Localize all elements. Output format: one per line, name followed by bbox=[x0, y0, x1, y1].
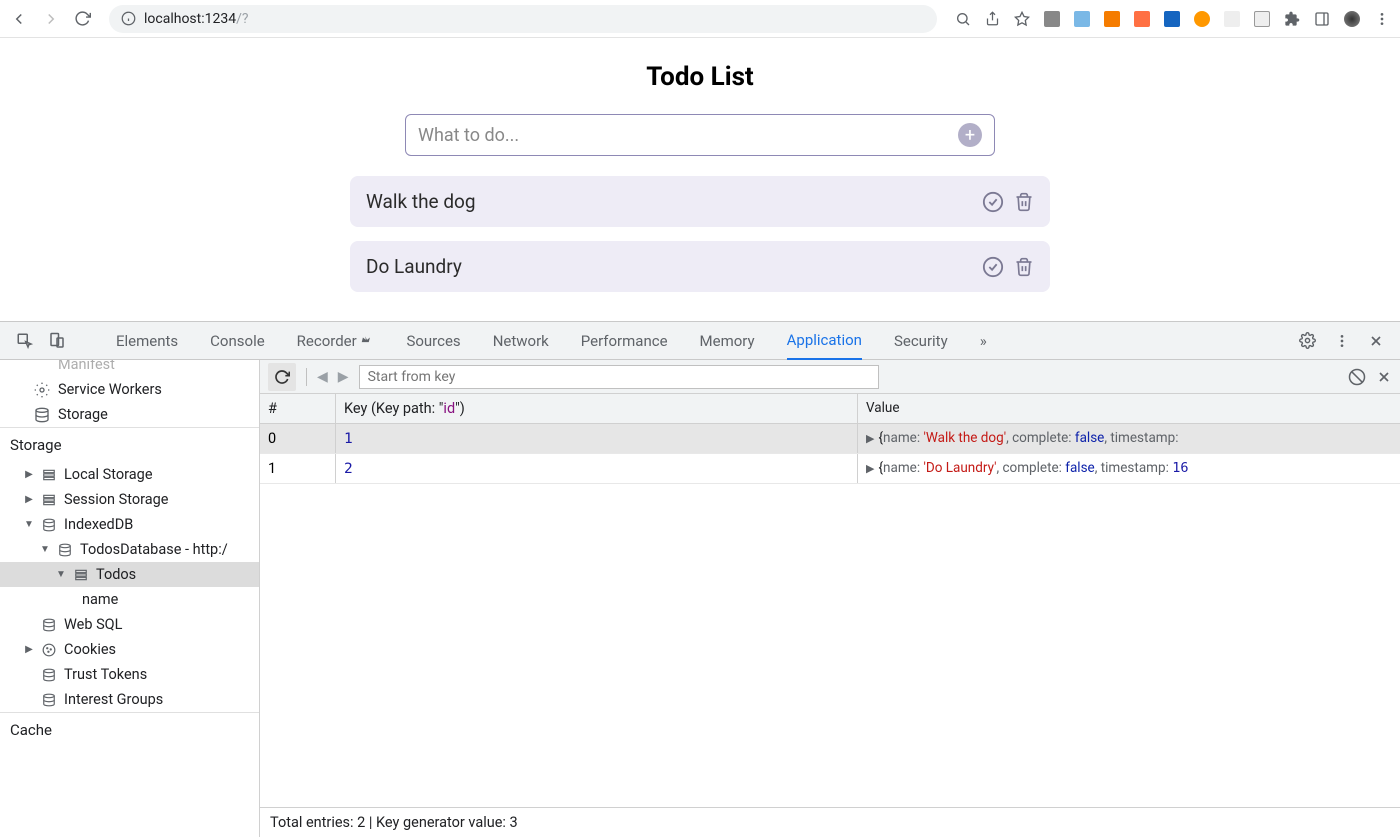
avatar-icon[interactable] bbox=[1344, 11, 1360, 27]
tab-overflow-icon[interactable]: » bbox=[980, 323, 987, 359]
ext-icon[interactable] bbox=[1254, 11, 1270, 27]
sidebar-item-local-storage[interactable]: ▶Local Storage bbox=[0, 462, 259, 487]
sidebar-item-todos-store[interactable]: ▼Todos bbox=[0, 562, 259, 587]
col-key[interactable]: Key (Key path: "id") bbox=[336, 394, 858, 423]
devtools-sidebar: Manifest Service Workers Storage Storage… bbox=[0, 360, 260, 837]
page-title: Todo List bbox=[350, 62, 1050, 92]
start-from-key-input[interactable] bbox=[359, 365, 879, 389]
more-icon[interactable] bbox=[1334, 333, 1350, 349]
sidebar-item-session-storage[interactable]: ▶Session Storage bbox=[0, 487, 259, 512]
ext-icon[interactable] bbox=[1044, 11, 1060, 27]
sidebar-item-cookies[interactable]: ▶Cookies bbox=[0, 637, 259, 662]
menu-icon[interactable] bbox=[1374, 11, 1390, 27]
browser-toolbar: localhost:1234/? bbox=[0, 0, 1400, 38]
ext-icon[interactable] bbox=[1074, 11, 1090, 27]
panel-icon[interactable] bbox=[1314, 11, 1330, 27]
inspect-icon[interactable] bbox=[16, 332, 34, 350]
status-bar: Total entries: 2 | Key generator value: … bbox=[260, 807, 1400, 837]
clear-icon[interactable] bbox=[1348, 368, 1366, 386]
extensions-icon[interactable] bbox=[1284, 11, 1300, 27]
sidebar-header-storage: Storage bbox=[0, 427, 259, 462]
todo-item: Walk the dog bbox=[350, 176, 1050, 227]
forward-icon[interactable] bbox=[42, 10, 60, 28]
sidebar-item-service-workers[interactable]: Service Workers bbox=[0, 377, 259, 402]
col-value[interactable]: Value bbox=[858, 394, 1400, 423]
page-content: Todo List + Walk the dog Do Laundry bbox=[0, 38, 1400, 321]
complete-icon[interactable] bbox=[982, 256, 1004, 278]
url-bar[interactable]: localhost:1234/? bbox=[109, 5, 937, 33]
tab-memory[interactable]: Memory bbox=[700, 323, 755, 359]
info-icon[interactable] bbox=[121, 11, 136, 26]
share-icon[interactable] bbox=[985, 11, 1000, 26]
ext-icon[interactable] bbox=[1224, 11, 1240, 27]
back-icon[interactable] bbox=[10, 10, 28, 28]
todo-input-wrap: + bbox=[405, 114, 995, 156]
close-icon[interactable] bbox=[1368, 333, 1384, 349]
gear-icon[interactable] bbox=[1299, 332, 1316, 349]
devtools-tabs: Elements Console Recorder Sources Networ… bbox=[0, 322, 1400, 360]
add-button[interactable]: + bbox=[958, 123, 982, 147]
tab-application[interactable]: Application bbox=[787, 322, 862, 360]
devtools-main: ◀ ▶ # Key (Key path: "id") Value 0 1 ▶{n… bbox=[260, 360, 1400, 837]
sidebar-item-trust-tokens[interactable]: ▶Trust Tokens bbox=[0, 662, 259, 687]
star-icon[interactable] bbox=[1014, 11, 1030, 27]
ext-icon[interactable] bbox=[1164, 11, 1180, 27]
reload-icon[interactable] bbox=[74, 10, 91, 27]
tab-performance[interactable]: Performance bbox=[581, 323, 668, 359]
ext-icon[interactable] bbox=[1104, 11, 1120, 27]
sidebar-item-interest-groups[interactable]: ▶Interest Groups bbox=[0, 687, 259, 712]
url-path: /? bbox=[236, 11, 248, 27]
device-icon[interactable] bbox=[48, 332, 66, 350]
table-row[interactable]: 1 2 ▶{name: 'Do Laundry', complete: fals… bbox=[260, 454, 1400, 484]
tab-recorder[interactable]: Recorder bbox=[297, 323, 375, 359]
delete-icon[interactable] bbox=[1014, 191, 1034, 213]
todo-input[interactable] bbox=[418, 125, 958, 146]
tab-elements[interactable]: Elements bbox=[116, 323, 178, 359]
sidebar-item-manifest[interactable]: Manifest bbox=[0, 360, 259, 377]
delete-entry-icon[interactable] bbox=[1376, 369, 1392, 385]
complete-icon[interactable] bbox=[982, 191, 1004, 213]
table-header: # Key (Key path: "id") Value bbox=[260, 394, 1400, 424]
devtools-toolbar: ◀ ▶ bbox=[260, 360, 1400, 394]
sidebar-item-indexeddb[interactable]: ▼IndexedDB bbox=[0, 512, 259, 537]
tab-network[interactable]: Network bbox=[493, 323, 549, 359]
sidebar-item-index-name[interactable]: name bbox=[0, 587, 259, 612]
col-index[interactable]: # bbox=[260, 394, 336, 423]
url-port: 1234 bbox=[205, 11, 236, 27]
sidebar-item-web-sql[interactable]: ▶Web SQL bbox=[0, 612, 259, 637]
tab-sources[interactable]: Sources bbox=[406, 323, 460, 359]
url-host: localhost: bbox=[144, 11, 205, 27]
prev-page-icon[interactable]: ◀ bbox=[317, 369, 328, 385]
tab-security[interactable]: Security bbox=[894, 323, 948, 359]
zoom-icon[interactable] bbox=[955, 11, 971, 27]
table-row[interactable]: 0 1 ▶{name: 'Walk the dog', complete: fa… bbox=[260, 424, 1400, 454]
todo-text: Walk the dog bbox=[366, 190, 982, 213]
sidebar-header-cache: Cache bbox=[0, 712, 259, 747]
todo-text: Do Laundry bbox=[366, 255, 982, 278]
refresh-icon[interactable] bbox=[268, 363, 296, 391]
sidebar-item-storage[interactable]: Storage bbox=[0, 402, 259, 427]
next-page-icon[interactable]: ▶ bbox=[338, 369, 349, 385]
sidebar-item-todosdb[interactable]: ▼TodosDatabase - http:/ bbox=[0, 537, 259, 562]
ext-icon[interactable] bbox=[1194, 11, 1210, 27]
todo-item: Do Laundry bbox=[350, 241, 1050, 292]
ext-icon[interactable] bbox=[1134, 11, 1150, 27]
delete-icon[interactable] bbox=[1014, 256, 1034, 278]
devtools: Elements Console Recorder Sources Networ… bbox=[0, 321, 1400, 837]
tab-console[interactable]: Console bbox=[210, 323, 265, 359]
